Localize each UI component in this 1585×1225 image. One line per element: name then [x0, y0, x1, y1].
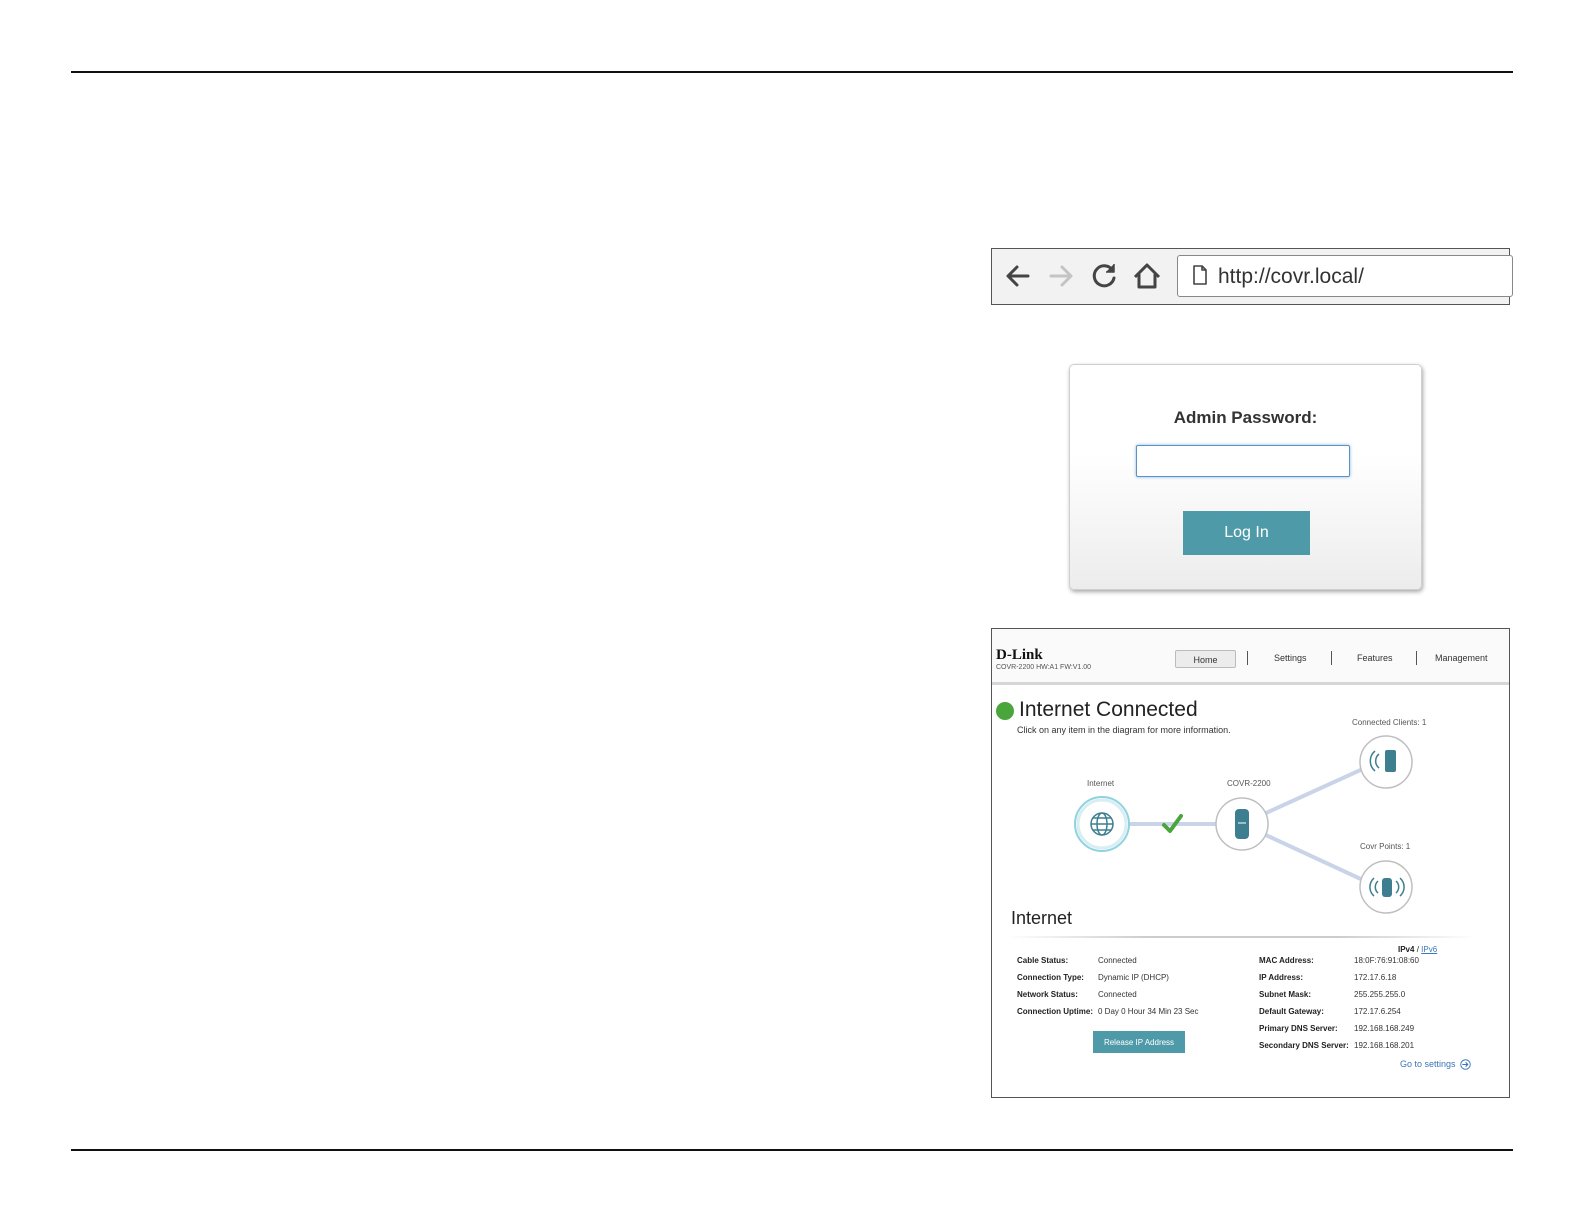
info-value: 0 Day 0 Hour 34 Min 23 Sec: [1098, 1007, 1199, 1016]
info-label: Cable Status:: [1017, 956, 1069, 965]
address-bar[interactable]: http://covr.local/: [1177, 255, 1513, 297]
admin-password-input[interactable]: [1136, 445, 1350, 477]
device-node-label: COVR-2200: [1227, 779, 1271, 788]
connected-clients-label: Connected Clients: 1: [1352, 718, 1427, 727]
covr-router-node[interactable]: [1215, 797, 1269, 851]
browser-toolbar: http://covr.local/: [991, 248, 1513, 305]
internet-section-title: Internet: [1011, 908, 1073, 928]
info-label: Connection Uptime:: [1017, 1007, 1093, 1016]
info-value: 255.255.255.0: [1354, 990, 1406, 999]
admin-password-label: Admin Password:: [1173, 408, 1318, 427]
arrow-circle-right-icon[interactable]: [1460, 1059, 1471, 1070]
info-label: MAC Address:: [1259, 956, 1314, 965]
covr-points-node[interactable]: [1359, 860, 1413, 914]
info-label: Primary DNS Server:: [1259, 1024, 1338, 1033]
go-to-settings-link[interactable]: Go to settings: [1400, 1059, 1471, 1070]
internet-node-label: Internet: [1087, 779, 1115, 788]
info-label: IP Address:: [1259, 973, 1304, 982]
info-label: Default Gateway:: [1259, 1007, 1324, 1016]
info-label: Subnet Mask:: [1259, 990, 1312, 999]
info-value: 192.168.168.249: [1354, 1024, 1415, 1033]
info-value: Connected: [1098, 956, 1137, 965]
internet-node[interactable]: [1074, 796, 1130, 852]
info-value: 192.168.168.201: [1354, 1041, 1415, 1050]
info-label: Network Status:: [1017, 990, 1078, 999]
release-ip-button[interactable]: Release IP Address: [1093, 1031, 1185, 1053]
info-value: 18:0F:76:91:08:60: [1354, 956, 1419, 965]
info-label: Secondary DNS Server:: [1259, 1041, 1349, 1050]
login-panel: Admin Password: Log In: [1069, 364, 1422, 590]
go-to-settings-text[interactable]: Go to settings: [1400, 1059, 1456, 1069]
home-icon[interactable]: [1131, 260, 1163, 292]
covr-points-label: Covr Points: 1: [1360, 842, 1411, 851]
ip-version-separator: /: [1416, 945, 1419, 954]
forward-arrow-icon[interactable]: [1045, 260, 1077, 292]
info-value: Connected: [1098, 990, 1137, 999]
info-value: 172.17.6.254: [1354, 1007, 1401, 1016]
section-divider: [1007, 936, 1477, 938]
info-label: Connection Type:: [1017, 973, 1084, 982]
clients-node[interactable]: [1359, 735, 1413, 789]
url-text[interactable]: http://covr.local/: [1218, 265, 1364, 289]
info-value: 172.17.6.18: [1354, 973, 1397, 982]
info-value: Dynamic IP (DHCP): [1098, 973, 1169, 982]
back-arrow-icon[interactable]: [1002, 260, 1034, 292]
top-rule: [71, 71, 1513, 73]
router-home-screen: D-Link COVR-2200 HW:A1 FW:V1.00 Home Set…: [991, 628, 1510, 1098]
page-icon: [1193, 265, 1207, 285]
ipv6-link[interactable]: IPv6: [1421, 945, 1437, 954]
ipv4-tab[interactable]: IPv4: [1398, 945, 1414, 954]
bottom-rule: [71, 1149, 1513, 1151]
reload-icon[interactable]: [1088, 260, 1120, 292]
ip-version-switch: IPv4 / IPv6: [1398, 945, 1437, 954]
login-button[interactable]: Log In: [1183, 511, 1310, 555]
router-icon: [1235, 809, 1249, 839]
